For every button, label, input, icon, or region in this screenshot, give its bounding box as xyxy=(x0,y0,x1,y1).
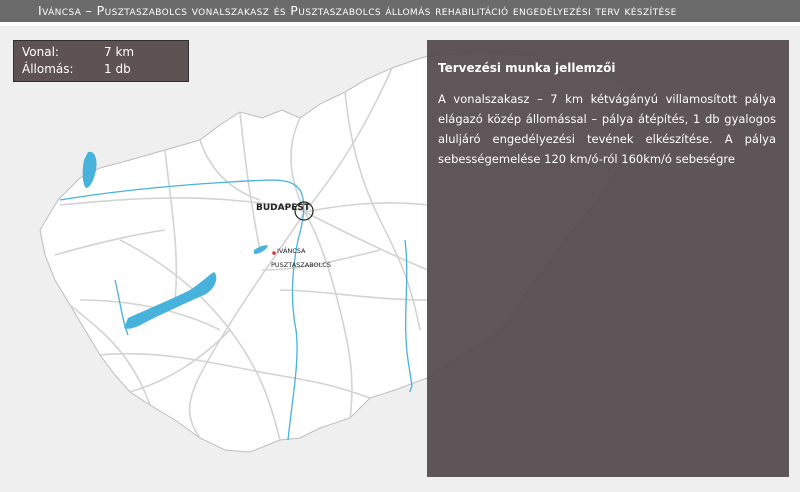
site-marker xyxy=(272,251,276,255)
stat-value: 7 km xyxy=(104,45,135,59)
info-panel: Tervezési munka jellemzői A vonalszakasz… xyxy=(427,40,789,477)
site-label-pusztaszabolcs: PUSZTASZABOLCS xyxy=(271,261,331,269)
info-panel-title: Tervezési munka jellemzői xyxy=(438,61,616,75)
stat-label: Állomás: xyxy=(22,62,74,76)
stat-label: Vonal: xyxy=(22,45,59,59)
stat-row-station: Állomás: 1 db xyxy=(22,61,188,78)
stats-box: Vonal: 7 km Állomás: 1 db xyxy=(13,40,189,82)
budapest-label: BUDAPEST xyxy=(256,203,311,213)
site-label-ivancsa: IVÁNCSA xyxy=(277,246,306,255)
page-title: Iváncsa – Pusztaszabolcs vonalszakasz és… xyxy=(0,0,800,22)
stat-value: 1 db xyxy=(104,62,131,76)
info-panel-body: A vonalszakasz – 7 km kétvágányú villamo… xyxy=(438,92,776,166)
stat-row-line: Vonal: 7 km xyxy=(22,44,188,61)
